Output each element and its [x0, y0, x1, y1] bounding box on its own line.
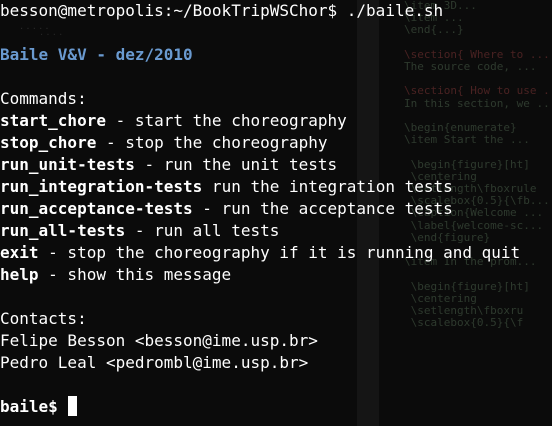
command-line: besson@metropolis:~/BookTripWSChor$ ./ba…: [0, 1, 444, 20]
command-entry: run_all-tests - run all tests: [0, 220, 279, 242]
app-title: Baile V&V - dez/2010: [0, 45, 193, 64]
command-description: - stop the choreography if it is running…: [38, 243, 521, 262]
command-description: run the integration tests: [202, 177, 453, 196]
contact-entry: Pedro Leal <pedrombl@ime.usp.br>: [0, 353, 309, 372]
command-name: start_chore: [0, 111, 106, 130]
text-cursor[interactable]: [68, 396, 78, 416]
command-entry: start_chore - start the choreography: [0, 110, 347, 132]
commands-heading: Commands:: [0, 89, 87, 108]
command-description: - start the choreography: [105, 111, 347, 130]
command-description: - stop the choreography: [96, 133, 328, 152]
command-name: stop_chore: [0, 133, 97, 152]
shell-prompt: baile$: [0, 397, 68, 416]
command-name: run_unit-tests: [0, 155, 135, 174]
command-name: run_acceptance-tests: [0, 199, 193, 218]
command-entry: exit - stop the choreography if it is ru…: [0, 242, 520, 264]
command-name: run_all-tests: [0, 221, 126, 240]
command-entry: run_integration-tests run the integratio…: [0, 176, 453, 198]
command-description: - show this message: [38, 265, 232, 284]
command-entry: run_acceptance-tests - run the acceptanc…: [0, 198, 453, 220]
command-entry: help - show this message: [0, 264, 231, 286]
command-description: - run all tests: [125, 221, 280, 240]
command-entry: stop_chore - stop the choreography: [0, 132, 328, 154]
command-name: run_integration-tests: [0, 177, 203, 196]
command-name: help: [0, 265, 39, 284]
contacts-heading: Contacts:: [0, 309, 87, 328]
command-description: - run the acceptance tests: [192, 199, 453, 218]
contact-entry: Felipe Besson <besson@ime.usp.br>: [0, 331, 318, 350]
command-description: - run the unit tests: [134, 155, 338, 174]
terminal-window[interactable]: besson@metropolis:~/BookTripWSChor$ ./ba…: [0, 0, 552, 426]
shell-prompt-line[interactable]: baile$: [0, 396, 78, 418]
command-name: exit: [0, 243, 39, 262]
desktop-screen: \item 3D... \item ... \end{...} \section…: [0, 0, 552, 426]
command-entry: run_unit-tests - run the unit tests: [0, 154, 337, 176]
